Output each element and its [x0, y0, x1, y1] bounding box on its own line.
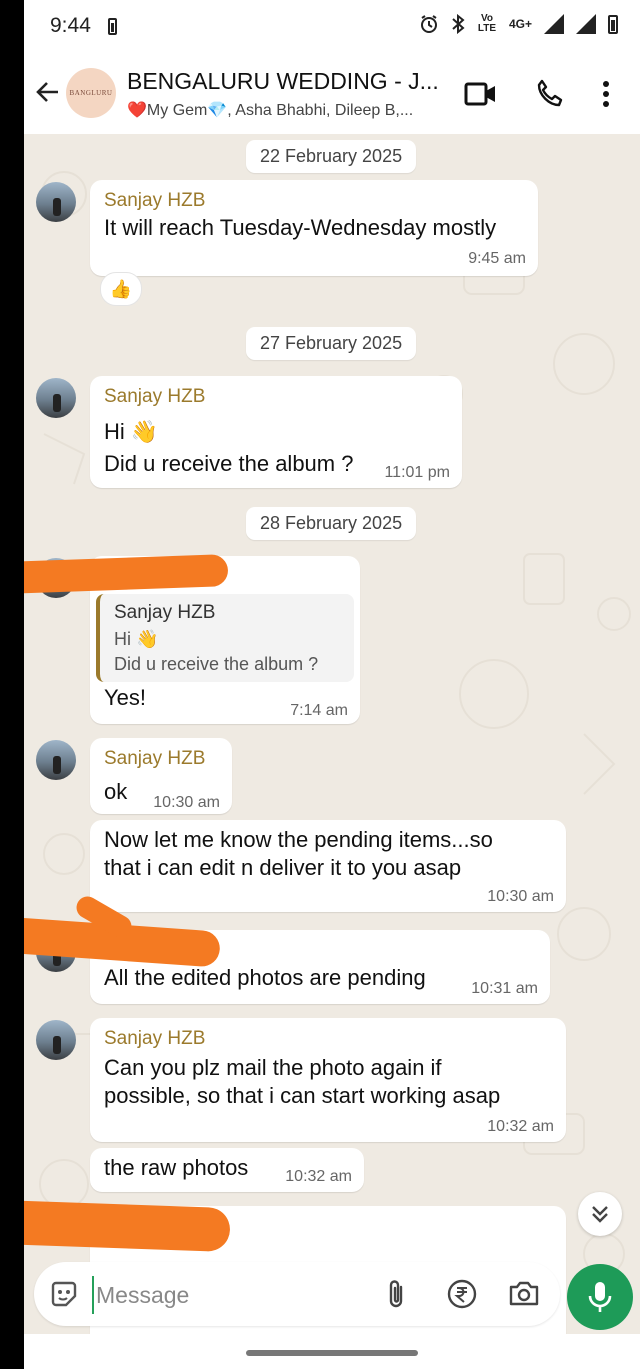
- microphone-icon: [588, 1282, 612, 1312]
- bluetooth-icon: [452, 14, 465, 34]
- status-icons: Vo LTE 4G+: [419, 14, 618, 34]
- double-chevron-down-icon: [592, 1206, 608, 1223]
- message-time: 10:32 am: [487, 1118, 554, 1135]
- chat-header: BANGLURU BENGALURU WEDDING - J... ❤️My G…: [24, 56, 640, 134]
- group-members[interactable]: ❤️My Gem💎, Asha Bhabhi, Dileep B,...: [127, 100, 413, 120]
- network-type-label: 4G+: [508, 17, 532, 31]
- battery-saver-icon: [108, 18, 117, 35]
- group-avatar-text: BANGLURU: [69, 89, 113, 97]
- signal-icon-2: [576, 14, 596, 34]
- avatar[interactable]: [36, 740, 76, 780]
- quoted-line-2: Did u receive the album ?: [114, 654, 319, 674]
- attach-icon[interactable]: [386, 1278, 406, 1310]
- message-text: ok: [104, 779, 128, 804]
- group-title[interactable]: BENGALURU WEDDING - J...: [127, 68, 439, 95]
- message-bubble[interactable]: Now let me know the pending items...so t…: [90, 820, 566, 912]
- group-avatar[interactable]: BANGLURU: [66, 68, 116, 118]
- screen: 9:44 Vo LTE 4G+ BANGLURU BENGALURU WEDDI…: [24, 0, 640, 1369]
- avatar[interactable]: [36, 378, 76, 418]
- avatar[interactable]: [36, 1020, 76, 1060]
- reaction-badge[interactable]: 👍: [100, 272, 142, 306]
- signal-icon-1: [544, 14, 564, 34]
- payment-rupee-icon[interactable]: [446, 1278, 478, 1310]
- sender-name[interactable]: Sanjay HZB: [104, 1028, 205, 1050]
- message-bubble[interactable]: Sanjay HZB Hi 👋 Did u receive the album …: [90, 376, 462, 488]
- message-text: All the edited photos are pending: [104, 965, 426, 990]
- voice-message-button[interactable]: [567, 1264, 633, 1330]
- status-bar: 9:44 Vo LTE 4G+: [24, 0, 640, 56]
- message-text: Hi 👋 Did u receive the album ?: [104, 419, 354, 476]
- back-arrow-icon[interactable]: [34, 78, 62, 112]
- date-separator: 28 February 2025: [246, 507, 417, 540]
- alarm-icon: [420, 15, 437, 33]
- message-time: 7:14 am: [290, 702, 348, 719]
- volte-label: Vo LTE: [477, 13, 497, 34]
- message-bubble[interactable]: Sanjay HZB Can you plz mail the photo ag…: [90, 1018, 566, 1142]
- message-text: Can you plz mail the photo again if poss…: [104, 1055, 501, 1108]
- date-separator: 22 February 2025: [246, 140, 417, 173]
- message-bubble[interactable]: the raw photos 10:32 am: [90, 1148, 364, 1192]
- video-call-icon[interactable]: [464, 80, 498, 108]
- message-text: It will reach Tuesday-Wednesday mostly: [104, 215, 497, 240]
- message-bubble[interactable]: Sanjay HZB It will reach Tuesday-Wednesd…: [90, 180, 538, 276]
- date-separator: 27 February 2025: [246, 327, 417, 360]
- message-time: 9:45 am: [468, 250, 526, 267]
- battery-icon: [608, 14, 618, 34]
- quoted-line-1: Hi 👋: [114, 629, 159, 649]
- message-text: Yes!: [104, 685, 147, 710]
- message-time: 10:32 am: [285, 1168, 352, 1185]
- message-text: the raw photos: [104, 1155, 249, 1180]
- redaction-mark: [24, 1199, 231, 1253]
- message-time: 11:01 pm: [384, 464, 450, 481]
- quoted-message[interactable]: Sanjay HZB Hi 👋 Did u receive the album …: [96, 594, 354, 682]
- message-time: 10:30 am: [487, 888, 554, 905]
- avatar[interactable]: [36, 182, 76, 222]
- chat-area[interactable]: 22 February 2025 Sanjay HZB It will reac…: [24, 134, 640, 1334]
- more-options-icon[interactable]: [602, 80, 610, 108]
- scroll-to-bottom-button[interactable]: [578, 1192, 622, 1236]
- message-time: 10:30 am: [153, 794, 220, 811]
- message-time: 10:31 am: [471, 980, 538, 997]
- message-bubble[interactable]: Sanjay HZB ok 10:30 am: [90, 738, 232, 814]
- sender-name[interactable]: Sanjay HZB: [104, 748, 205, 770]
- message-composer: [34, 1262, 560, 1326]
- home-gesture-handle[interactable]: [246, 1350, 418, 1356]
- quoted-sender: Sanjay HZB: [114, 602, 216, 623]
- message-text: Now let me know the pending items...so t…: [104, 827, 493, 880]
- sender-name[interactable]: Sanjay HZB: [104, 386, 205, 408]
- sender-name[interactable]: Sanjay HZB: [104, 190, 205, 212]
- status-time: 9:44: [50, 14, 91, 37]
- message-input[interactable]: [92, 1276, 368, 1314]
- sticker-icon[interactable]: [48, 1278, 80, 1310]
- camera-icon[interactable]: [508, 1278, 540, 1308]
- voice-call-icon[interactable]: [534, 78, 564, 108]
